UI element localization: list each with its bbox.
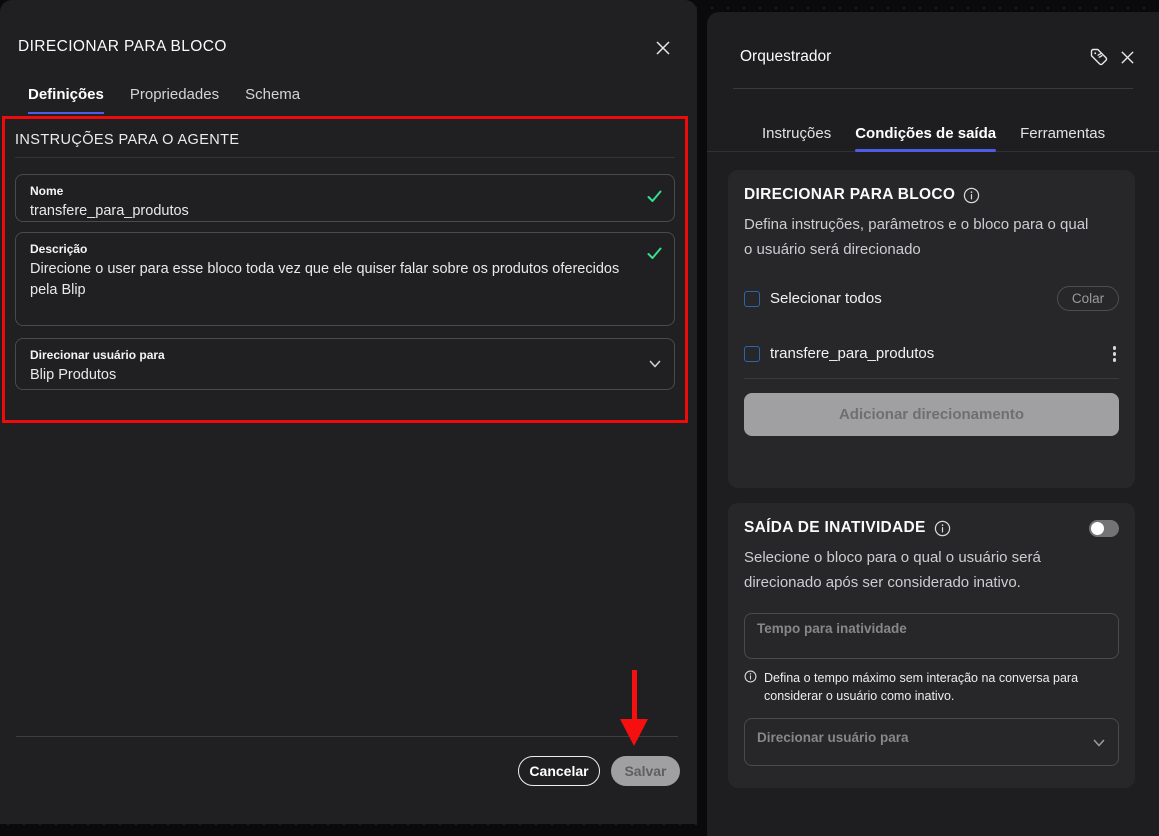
inactivity-section-title-row: SAÍDA DE INATIVIDADE — [744, 519, 1119, 537]
redirect-section-title: DIRECIONAR PARA BLOCO — [744, 186, 955, 204]
panel-close-button[interactable] — [1116, 46, 1138, 68]
item-list-divider — [744, 378, 1119, 379]
tab-ferramentas[interactable]: Ferramentas — [1020, 116, 1105, 151]
paste-button[interactable]: Colar — [1057, 286, 1119, 311]
tag-icon[interactable] — [1088, 46, 1110, 68]
inactivity-redirect-select-placeholder: Direcionar usuário para — [757, 730, 909, 745]
tab-condicoes-de-saida[interactable]: Condições de saída — [855, 116, 996, 151]
chevron-down-icon — [648, 357, 662, 376]
redirect-select-value: Blip Produtos — [30, 365, 642, 386]
inactivity-section-description: Selecione o bloco para o qual o usuário … — [744, 545, 1106, 595]
close-icon — [655, 40, 671, 56]
valid-check-icon — [647, 247, 662, 265]
chevron-down-icon — [1092, 736, 1106, 755]
tab-schema[interactable]: Schema — [245, 86, 300, 114]
name-field-label: Nome — [30, 184, 660, 198]
panel-tabs: Instruções Condições de saída Ferramenta… — [707, 116, 1159, 152]
footer-divider — [16, 736, 678, 737]
info-icon[interactable] — [934, 520, 951, 537]
modal-close-button[interactable] — [651, 36, 675, 60]
kebab-menu-icon[interactable] — [1110, 343, 1120, 365]
inactivity-toggle[interactable] — [1089, 520, 1119, 537]
item-label: transfere_para_produtos — [770, 345, 934, 362]
redirect-section-description: Defina instruções, parâmetros e o bloco … — [744, 212, 1089, 262]
redirect-item-row: transfere_para_produtos — [744, 343, 1119, 365]
description-field-value: Direcione o user para esse bloco toda ve… — [30, 259, 642, 301]
save-button[interactable]: Salvar — [611, 756, 680, 786]
redirect-section-card: DIRECIONAR PARA BLOCO Defina instruções,… — [728, 170, 1135, 488]
redirect-user-select[interactable]: Direcionar usuário para Blip Produtos — [15, 338, 675, 390]
direcionar-para-bloco-modal: DIRECIONAR PARA BLOCO Definições Proprie… — [0, 0, 697, 824]
select-all-row: Selecionar todos Colar — [744, 286, 1119, 311]
arrow-shaft — [632, 670, 637, 720]
arrow-head — [620, 719, 648, 746]
panel-title: Orquestrador — [740, 48, 831, 66]
annotation-arrow — [620, 670, 648, 747]
modal-footer: Cancelar Salvar — [0, 756, 697, 786]
orquestrador-panel: Orquestrador Instruções Condições de saí… — [707, 12, 1159, 836]
annotation-highlight-box: INSTRUÇÕES PARA O AGENTE Nome transfere_… — [2, 116, 688, 423]
select-all-label: Selecionar todos — [770, 290, 882, 307]
inactivity-section-title: SAÍDA DE INATIVIDADE — [744, 519, 926, 537]
name-field[interactable]: Nome transfere_para_produtos — [15, 174, 675, 222]
add-redirect-button[interactable]: Adicionar direcionamento — [744, 393, 1119, 436]
modal-tabs: Definições Propriedades Schema — [28, 86, 300, 114]
inactivity-helper-row: Defina o tempo máximo sem interação na c… — [744, 669, 1119, 705]
info-icon[interactable] — [963, 187, 980, 204]
valid-check-icon — [647, 190, 662, 208]
description-field-label: Descrição — [30, 242, 660, 256]
screen: DIRECIONAR PARA BLOCO Definições Proprie… — [0, 0, 1159, 836]
inactivity-helper-text: Defina o tempo máximo sem interação na c… — [764, 669, 1094, 705]
cancel-button[interactable]: Cancelar — [518, 756, 600, 786]
inactivity-section-card: SAÍDA DE INATIVIDADE Selecione o bloco p… — [728, 503, 1135, 788]
inactivity-redirect-select[interactable]: Direcionar usuário para — [744, 718, 1119, 766]
item-checkbox[interactable] — [744, 346, 760, 362]
inactivity-time-input[interactable] — [744, 613, 1119, 659]
tab-definicoes[interactable]: Definições — [28, 86, 104, 114]
redirect-select-label: Direcionar usuário para — [30, 348, 660, 362]
name-field-value: transfere_para_produtos — [30, 201, 642, 222]
tab-propriedades[interactable]: Propriedades — [130, 86, 219, 114]
modal-title: DIRECIONAR PARA BLOCO — [18, 38, 227, 56]
tab-instrucoes[interactable]: Instruções — [762, 116, 831, 151]
close-icon — [1120, 50, 1135, 65]
info-icon — [744, 670, 757, 705]
redirect-section-title-row: DIRECIONAR PARA BLOCO — [744, 186, 1119, 204]
agent-instructions-section-title: INSTRUÇÕES PARA O AGENTE — [15, 132, 675, 158]
description-field[interactable]: Descrição Direcione o user para esse blo… — [15, 232, 675, 326]
panel-header-divider — [733, 88, 1133, 89]
select-all-checkbox[interactable] — [744, 291, 760, 307]
toggle-knob — [1091, 522, 1104, 535]
